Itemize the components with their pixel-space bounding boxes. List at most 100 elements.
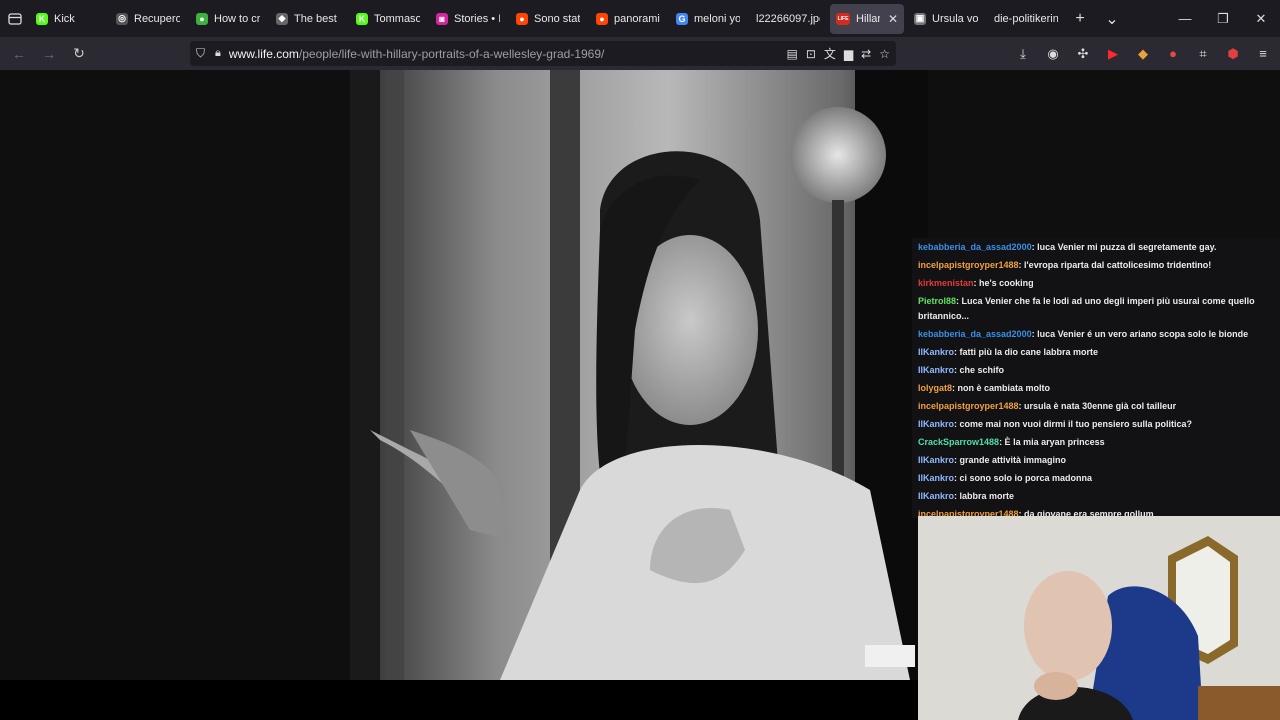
chat-username[interactable]: Pietrol88 [918,296,956,306]
list-all-tabs-button[interactable]: ⌄ [1096,9,1128,29]
translate-icon[interactable]: 文 [824,45,836,62]
tab-title: meloni yo [694,12,740,25]
chat-text: : labbra morte [954,491,1015,501]
chat-text: : non è cambiata molto [952,383,1051,393]
chat-text: : ci sono solo io porca madonna [954,473,1093,483]
tab-0[interactable]: K Kick [30,4,106,34]
tab-title: die-politikerin [994,12,1058,25]
chat-text: : l'evropa riparta dal cattolicesimo tri… [1018,260,1212,270]
new-tab-button[interactable]: + [1064,10,1096,28]
minimize-button[interactable]: — [1166,0,1204,37]
tab-12[interactable]: die-politikerin [988,4,1064,34]
us-flag-icon[interactable]: ▆ [844,47,853,61]
chat-username[interactable]: IlKankro [918,347,954,357]
url-path: /people/life-with-hillary-portraits-of-a… [298,46,605,61]
tab-title: Kick [54,12,75,25]
chat-username[interactable]: kebabberia_da_assad2000 [918,329,1032,339]
counter-extension-icon[interactable]: ● [1164,45,1182,63]
chat-text: : fatti più la dio cane labbra morte [954,347,1099,357]
tab-title: How to cr [214,12,260,25]
url-text[interactable]: www.life.com/people/life-with-hillary-po… [229,47,604,61]
tab-favicon-icon: LIFE [836,12,850,25]
chat-username[interactable]: lolygat8 [918,383,952,393]
chat-username[interactable]: kebabberia_da_assad2000 [918,242,1032,252]
reader-view-icon[interactable]: ▤ [787,47,798,61]
tab-title: Stories • In [454,12,500,25]
tab-favicon-icon: ● [196,12,208,25]
extensions-icon[interactable]: ✣ [1074,45,1092,63]
close-window-button[interactable]: ✕ [1242,0,1280,37]
chat-username[interactable]: IlKankro [918,419,954,429]
chat-message: CrackSparrow1488: È la mia aryan princes… [912,433,1280,451]
chat-message: lolygat8: non è cambiata molto [912,379,1280,397]
youtube-extension-icon[interactable]: ▶ [1104,45,1122,63]
tab-title: The best C [294,12,340,25]
forward-button[interactable]: → [34,39,64,69]
close-tab-icon[interactable]: ✕ [888,12,898,26]
chat-message: IlKankro: grande attività immagino [912,451,1280,469]
shield-icon[interactable]: ⛉ [196,46,205,61]
chat-message: kirkmenistan: he's cooking [912,274,1280,292]
chat-message: IlKankro: ci sono solo io porca madonna [912,469,1280,487]
chat-text: : che schifo [954,365,1005,375]
chat-message: Pietrol88: Luca Venier che fa le lodi ad… [912,292,1280,325]
tab-title: l22266097.jpe [756,12,820,25]
tab-7[interactable]: ● panoramic [590,4,666,34]
chat-username[interactable]: CrackSparrow1488 [918,437,999,447]
tab-bar: K Kick ◎ Recupero ● How to cr ◆ The best C K Tomm… [0,0,1280,37]
chat-text: : Luca Venier che fa le lodi ad uno degl… [918,296,1255,321]
menu-icon[interactable]: ≡ [1254,45,1272,63]
chat-username[interactable]: kirkmenistan [918,278,974,288]
tab-5[interactable]: ◙ Stories • In [430,4,506,34]
account-icon[interactable]: ◉ [1044,45,1062,63]
page-translate-icon[interactable]: ⇄ [861,47,871,61]
tab-favicon-icon: G [676,12,688,25]
back-button[interactable]: ← [4,39,34,69]
tab-2[interactable]: ● How to cr [190,4,266,34]
tab-4[interactable]: K Tommaso [350,4,426,34]
tab-3[interactable]: ◆ The best C [270,4,346,34]
tab-8[interactable]: Gmeloni yo [670,4,746,34]
tab-overview-button[interactable] [0,0,30,37]
chat-username[interactable]: IlKankro [918,365,954,375]
window-controls: — ❐ ✕ [1166,0,1280,37]
tab-favicon-icon: K [356,12,368,25]
chat-username[interactable]: incelpapistgroyper1488 [918,401,1019,411]
save-to-pocket-icon[interactable]: ⊡ [806,47,816,61]
tab-1[interactable]: ◎ Recupero [110,4,186,34]
hillary-portrait-image [350,70,928,680]
shield-extension-icon[interactable]: ◆ [1134,45,1152,63]
tab-title: panoramic [614,12,660,25]
crop-extension-icon[interactable]: ⌗ [1194,45,1212,63]
chat-username[interactable]: IlKankro [918,491,954,501]
chat-text: : come mai non vuoi dirmi il tuo pensier… [954,419,1193,429]
tab-10[interactable]: LIFE Hillary ✕ [830,3,904,34]
tab-favicon-icon: ◎ [116,12,128,25]
chat-message: incelpapistgroyper1488: ursula è nata 30… [912,397,1280,415]
tab-favicon-icon: ◆ [276,12,288,25]
tab-title: Sono stati [534,12,580,25]
chat-message: kebabberia_da_assad2000: luca Venier mi … [912,238,1280,256]
reload-button[interactable]: ↻ [64,39,94,69]
bookmark-star-icon[interactable]: ☆ [879,47,890,61]
tab-favicon-icon: ▣ [914,12,926,25]
tab-title: Recupero [134,12,180,25]
chat-username[interactable]: IlKankro [918,455,954,465]
chat-text: : he's cooking [973,278,1034,288]
page-content: kebabberia_da_assad2000: luca Venier mi … [0,70,1280,720]
lock-icon[interactable]: 🔒︎ [215,47,221,60]
tab-favicon-icon: K [36,12,48,25]
tab-6[interactable]: ● Sono stati [510,4,586,34]
adblock-extension-icon[interactable]: ⬢ [1224,45,1242,63]
tab-title: Ursula vo [932,12,978,25]
tab-9[interactable]: l22266097.jpe [750,4,826,34]
toolbar-icons: ⤓ ◉ ✣ ▶ ◆ ● ⌗ ⬢ ≡ [1014,37,1272,70]
chat-username[interactable]: IlKankro [918,473,954,483]
downloads-icon[interactable]: ⤓ [1014,45,1032,63]
chat-text: : luca Venier mi puzza di segretamente g… [1031,242,1217,252]
maximize-button[interactable]: ❐ [1204,0,1242,37]
navigation-bar: ← → ↻ ⛉ 🔒︎ www.life.com/people/life-with… [0,37,1280,70]
tab-11[interactable]: ▣ Ursula vo [908,4,984,34]
chat-username[interactable]: incelpapistgroyper1488 [918,260,1019,270]
address-bar[interactable]: ⛉ 🔒︎ www.life.com/people/life-with-hilla… [190,41,896,66]
